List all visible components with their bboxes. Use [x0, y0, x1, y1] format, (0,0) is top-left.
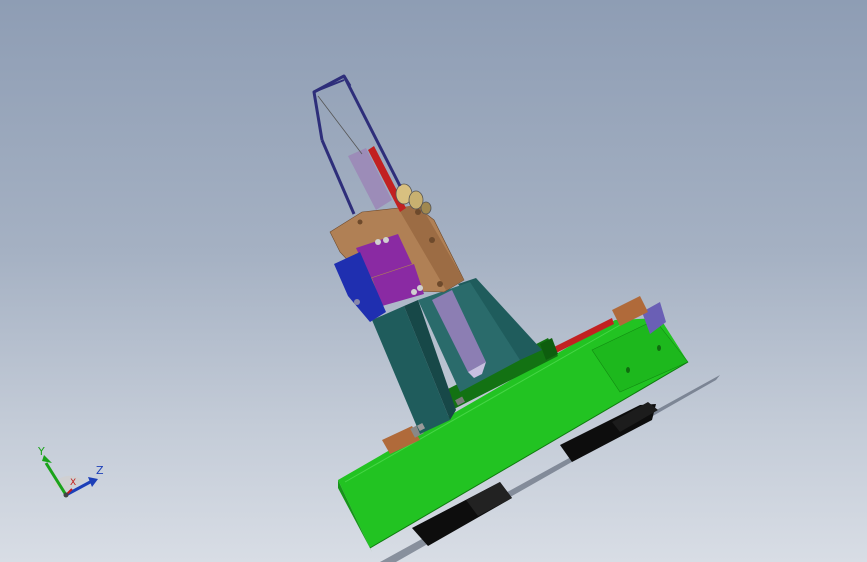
graphics-viewport[interactable]: Y Z X — [0, 0, 867, 562]
carriage-hole-2 — [429, 237, 435, 243]
guard-frame-left-leg — [320, 139, 356, 215]
clamp-bolt-4 — [417, 285, 423, 291]
clamp-bolt-2 — [383, 237, 389, 243]
triad-z-label: Z — [96, 464, 104, 477]
carriage-hole-3 — [437, 281, 443, 287]
clamp-bolt-3 — [411, 289, 417, 295]
triad-y-label: Y — [38, 445, 45, 458]
clamp-bolt-1 — [375, 239, 381, 245]
cad-model[interactable] — [0, 0, 867, 562]
triad-x-label: X — [70, 478, 77, 488]
carriage-hole-1 — [415, 209, 421, 215]
carriage-hole-4 — [357, 219, 363, 225]
base-hole-2 — [657, 345, 661, 351]
base-hole-1 — [626, 367, 630, 373]
gear-3 — [420, 201, 432, 215]
axis-triad: Y Z X — [30, 445, 110, 505]
guard-frame-top — [313, 79, 345, 93]
side-block-knob — [354, 299, 360, 305]
triad-origin — [63, 492, 69, 498]
